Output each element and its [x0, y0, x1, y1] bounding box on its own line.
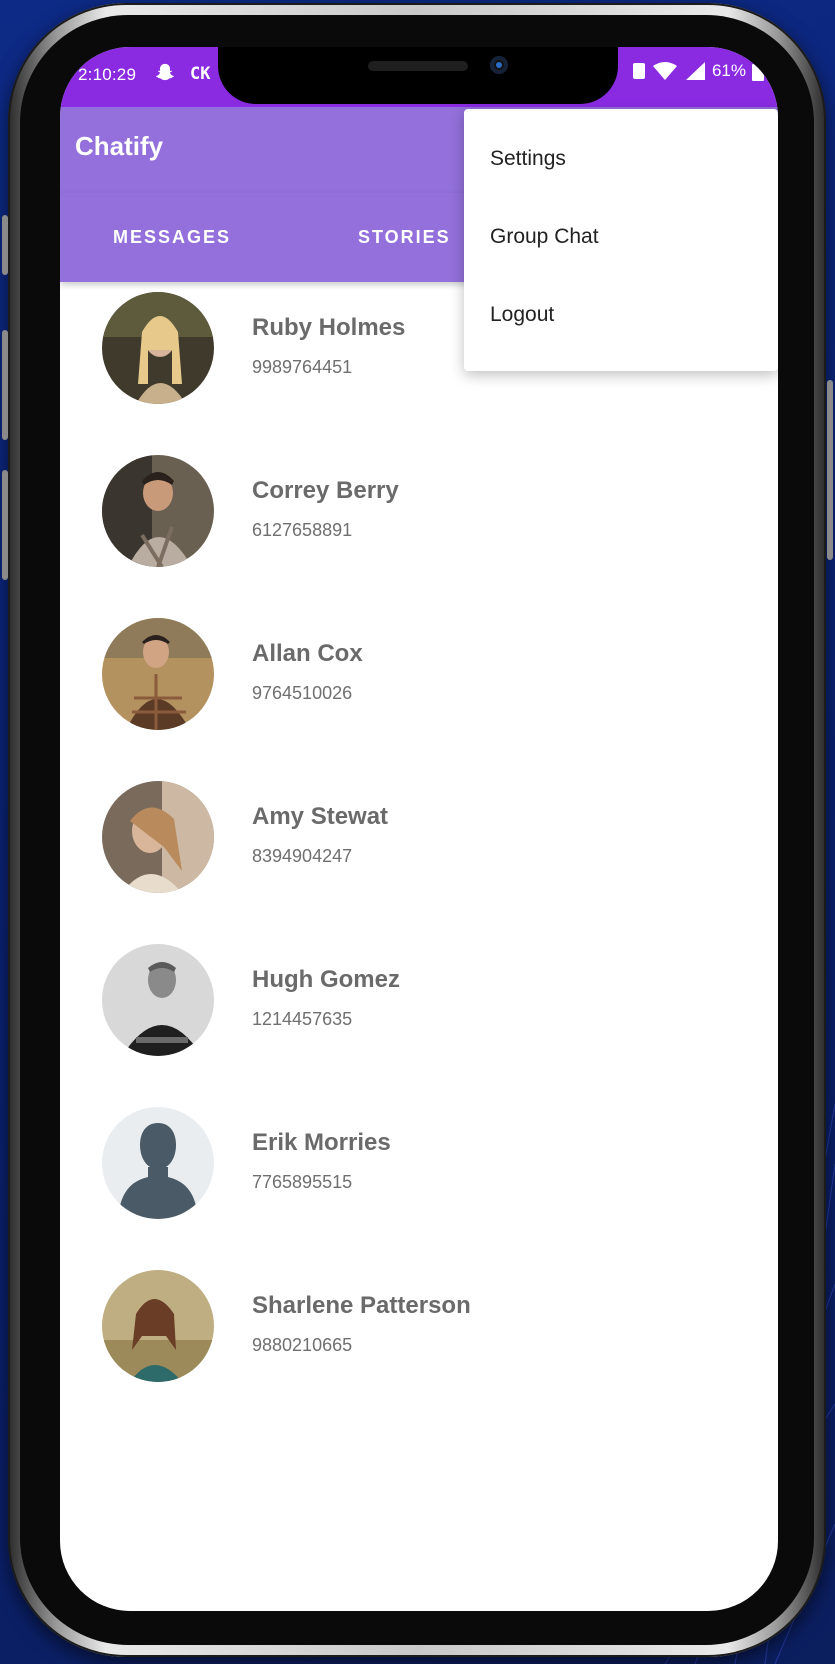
avatar-photo — [102, 618, 214, 730]
side-button-volume-down — [2, 470, 8, 580]
battery-percent: 61% — [711, 61, 746, 80]
contact-name: Allan Cox — [252, 640, 363, 667]
menu-item-group-chat[interactable]: Group Chat — [490, 225, 599, 249]
contact-phone: 9880210665 — [252, 1335, 353, 1355]
earpiece-speaker — [368, 61, 468, 71]
notification-icon — [632, 63, 645, 79]
overflow-menu: Settings Group Chat Logout — [464, 109, 778, 371]
contact-phone: 7765895515 — [252, 1172, 353, 1192]
avatar — [102, 944, 214, 1056]
menu-item-logout[interactable]: Logout — [490, 303, 554, 327]
contact-phone: 9764510026 — [252, 683, 353, 703]
contact-name: Hugh Gomez — [252, 966, 400, 993]
avatar — [102, 1270, 214, 1382]
battery-icon — [752, 61, 764, 81]
contact-name: Correy Berry — [252, 477, 399, 504]
contact-phone: 9989764451 — [252, 357, 353, 377]
avatar — [102, 618, 214, 730]
avatar-photo — [102, 455, 214, 567]
app-title: Chatify — [75, 131, 164, 161]
front-camera — [490, 56, 508, 74]
contact-item[interactable]: Hugh Gomez 1214457635 — [60, 944, 778, 1094]
tab-messages[interactable]: MESSAGES — [113, 227, 231, 248]
avatar-photo — [102, 781, 214, 893]
avatar — [102, 455, 214, 567]
status-carrier-tag: CK — [190, 64, 211, 84]
default-avatar-icon — [102, 1107, 214, 1219]
contact-item[interactable]: Correy Berry 6127658891 — [60, 455, 778, 605]
contact-phone: 6127658891 — [252, 520, 353, 540]
contact-name: Erik Morries — [252, 1129, 391, 1156]
wifi-icon — [652, 62, 677, 80]
phone-screen: 2:10:29 CK 61% Chatify MESSAGES STORIES … — [60, 47, 778, 1611]
avatar-photo — [102, 944, 214, 1056]
avatar — [102, 781, 214, 893]
side-button-volume-up — [2, 330, 8, 440]
tab-stories[interactable]: STORIES — [358, 227, 451, 248]
contact-phone: 8394904247 — [252, 846, 353, 866]
contact-item[interactable]: Sharlene Patterson 9880210665 — [60, 1270, 778, 1420]
notch — [218, 47, 618, 104]
contact-item[interactable]: Allan Cox 9764510026 — [60, 618, 778, 768]
signal-icon — [685, 62, 705, 80]
contact-item[interactable]: Erik Morries 7765895515 — [60, 1107, 778, 1257]
contact-item[interactable]: Amy Stewat 8394904247 — [60, 781, 778, 931]
side-button-power — [827, 380, 833, 560]
contact-name: Ruby Holmes — [252, 314, 406, 341]
contact-phone: 1214457635 — [252, 1009, 353, 1029]
menu-item-settings[interactable]: Settings — [490, 147, 566, 171]
avatar — [102, 1107, 214, 1219]
avatar-photo — [102, 292, 214, 404]
status-right-icons: 61% — [632, 61, 764, 81]
snapchat-ghost-icon — [156, 63, 174, 81]
avatar-photo — [102, 1270, 214, 1382]
status-time: 2:10:29 — [78, 65, 137, 84]
side-button-silent — [2, 215, 8, 275]
contact-name: Sharlene Patterson — [252, 1292, 471, 1319]
contact-name: Amy Stewat — [252, 803, 389, 830]
avatar — [102, 292, 214, 404]
